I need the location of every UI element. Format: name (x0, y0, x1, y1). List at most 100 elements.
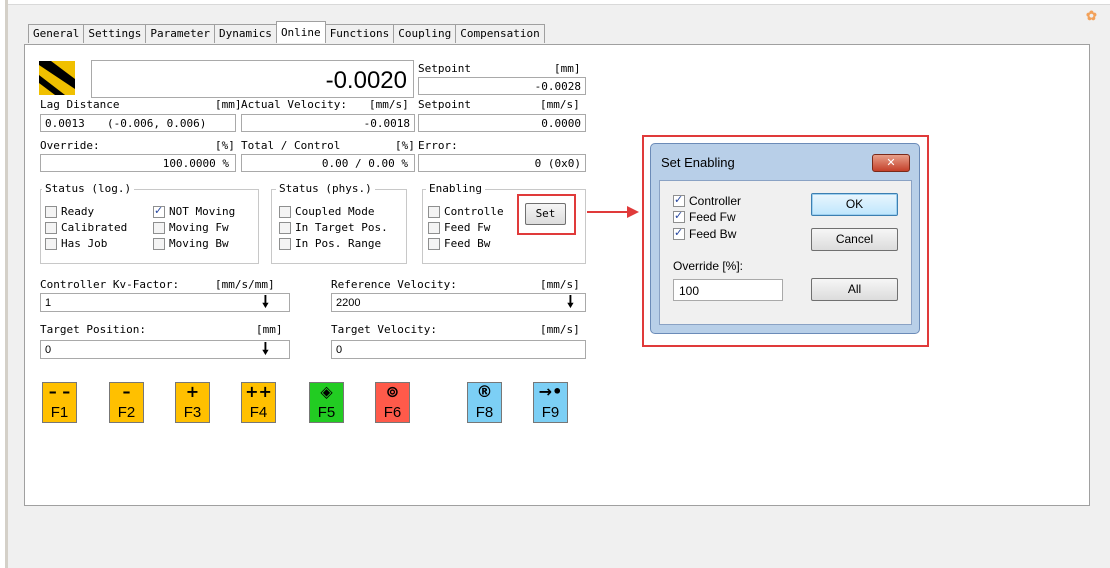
kv-factor-value: 1 (45, 297, 52, 309)
reset-icon: ® (476, 382, 493, 401)
enabling-feed-bw-checkbox[interactable] (428, 238, 440, 250)
in-pos-range-label: In Pos. Range (295, 237, 382, 250)
jog-forward-icon: + (185, 382, 200, 401)
target-position-unit: [mm] (256, 323, 283, 336)
tab-online[interactable]: Online (275, 21, 326, 43)
f8-reset-button[interactable]: ® F8 (467, 382, 502, 423)
setpoint-position-unit: [mm] (554, 62, 581, 75)
jog-backward-icon: – (122, 382, 131, 401)
dialog-cancel-button[interactable]: Cancel (811, 228, 898, 251)
ready-checkbox[interactable] (45, 206, 57, 218)
dialog-override-input[interactable]: 100 (673, 279, 783, 301)
status-phys-title: Status (phys.) (276, 182, 375, 195)
error-value: 0 (0x0) (534, 157, 581, 170)
override-box: 100.0000 % (40, 154, 236, 172)
target-velocity-input[interactable]: 0 (331, 340, 586, 359)
kv-factor-unit: [mm/s/mm] (215, 278, 275, 291)
dialog-all-button[interactable]: All (811, 278, 898, 301)
tab-general[interactable]: General (28, 24, 85, 43)
status-log-title: Status (log.) (42, 182, 135, 195)
dialog-override-value: 100 (679, 284, 700, 298)
in-target-pos-label: In Target Pos. (295, 221, 388, 234)
target-velocity-label: Target Velocity: (331, 323, 437, 336)
moving-bw-label: Moving Bw (169, 237, 229, 250)
setpoint-position-box: -0.0028 (418, 77, 586, 95)
actual-position-display: -0.0020 (91, 60, 414, 98)
dialog-title: Set Enabling (661, 155, 735, 170)
reference-velocity-value: 2200 (336, 297, 361, 309)
lag-distance-value: 0.0013 (45, 117, 85, 130)
callout-arrow-icon (587, 206, 639, 218)
kv-factor-apply-arrow-icon[interactable]: 🠗 (262, 294, 269, 310)
not-moving-label: NOT Moving (169, 205, 236, 218)
f2-jog-backward-button[interactable]: – F2 (109, 382, 144, 423)
f1-jog-fast-backward-button[interactable]: – – F1 (42, 382, 77, 423)
lag-distance-box: 0.0013 (-0.006, 0.006) (40, 114, 236, 132)
f4-jog-fast-forward-button[interactable]: ++ F4 (241, 382, 276, 423)
reference-velocity-apply-arrow-icon[interactable]: 🠗 (567, 294, 574, 310)
lag-distance-label: Lag Distance (40, 98, 120, 111)
total-control-box: 0.00 / 0.00 % (241, 154, 415, 172)
f6-stop-button[interactable]: ⊚ F6 (375, 382, 410, 423)
f3-jog-forward-button[interactable]: + F3 (175, 382, 210, 423)
enabling-feed-fw-checkbox[interactable] (428, 222, 440, 234)
f9-move-to-position-button[interactable]: →• F9 (533, 382, 568, 423)
tab-coupling[interactable]: Coupling (393, 24, 457, 43)
dialog-ok-button[interactable]: OK (811, 193, 898, 216)
target-velocity-unit: [mm/s] (540, 323, 580, 336)
dialog-controller-checkbox[interactable] (673, 193, 685, 207)
actual-velocity-box: -0.0018 (241, 114, 415, 132)
target-position-apply-arrow-icon[interactable]: 🠗 (262, 341, 269, 357)
enabling-controller-checkbox[interactable] (428, 206, 440, 218)
coupled-mode-checkbox[interactable] (279, 206, 291, 218)
tab-compensation[interactable]: Compensation (455, 24, 545, 43)
override-value: 100.0000 % (162, 157, 229, 170)
setpoint-velocity-unit: [mm/s] (540, 98, 580, 111)
ready-label: Ready (61, 205, 95, 218)
lag-distance-range: (-0.006, 0.006) (107, 117, 207, 130)
enabling-title: Enabling (426, 182, 485, 195)
total-control-label: Total / Control (241, 139, 341, 152)
kv-factor-label: Controller Kv-Factor: (40, 278, 180, 291)
dialog-close-icon[interactable]: ✕ (872, 154, 910, 172)
coupled-mode-label: Coupled Mode (295, 205, 375, 218)
dialog-feed-bw-label: Feed Bw (689, 227, 737, 241)
total-control-value: 0.00 / 0.00 % (321, 157, 408, 170)
tab-parameter[interactable]: Parameter (145, 24, 215, 43)
target-position-input[interactable]: 0 (40, 340, 290, 359)
tab-dynamics[interactable]: Dynamics (213, 24, 277, 43)
calibrated-checkbox[interactable] (45, 222, 57, 234)
moving-bw-checkbox[interactable] (153, 238, 165, 250)
actual-velocity-label: Actual Velocity: (241, 98, 347, 111)
kv-factor-input[interactable]: 1 (40, 293, 290, 312)
setpoint-position-value: -0.0028 (534, 80, 581, 93)
not-moving-checkbox[interactable] (153, 204, 165, 218)
set-button-highlight (517, 194, 576, 235)
in-target-pos-checkbox[interactable] (279, 222, 291, 234)
jog-fast-backward-icon: – – (48, 382, 71, 401)
online-panel: -0.0020 Setpoint [mm] -0.0028 Lag Distan… (24, 44, 1090, 506)
dialog-body: Controller Feed Fw Feed Bw OK Cancel Ove… (659, 180, 912, 325)
reference-velocity-label: Reference Velocity: (331, 278, 457, 291)
start-icon: ◈ (320, 382, 333, 401)
moving-fw-label: Moving Fw (169, 221, 229, 234)
f5-start-button[interactable]: ◈ F5 (309, 382, 344, 423)
has-job-checkbox[interactable] (45, 238, 57, 250)
axis-status-icon (39, 61, 75, 95)
target-velocity-value: 0 (336, 344, 343, 356)
actual-velocity-value: -0.0018 (363, 117, 410, 130)
dialog-feed-bw-checkbox[interactable] (673, 226, 685, 240)
moving-fw-checkbox[interactable] (153, 222, 165, 234)
total-control-unit: [%] (395, 139, 415, 152)
tab-functions[interactable]: Functions (324, 24, 395, 43)
error-box: 0 (0x0) (418, 154, 586, 172)
in-pos-range-checkbox[interactable] (279, 238, 291, 250)
tab-settings[interactable]: Settings (83, 24, 147, 43)
actual-velocity-unit: [mm/s] (369, 98, 409, 111)
override-label: Override: (40, 139, 100, 152)
move-to-position-icon: →• (538, 382, 563, 401)
window-left-edge-shadow (5, 0, 8, 568)
dialog-feed-fw-checkbox[interactable] (673, 209, 685, 223)
set-enabling-dialog: Set Enabling ✕ Controller Feed Fw Feed B… (650, 143, 920, 334)
reference-velocity-input[interactable]: 2200 (331, 293, 586, 312)
